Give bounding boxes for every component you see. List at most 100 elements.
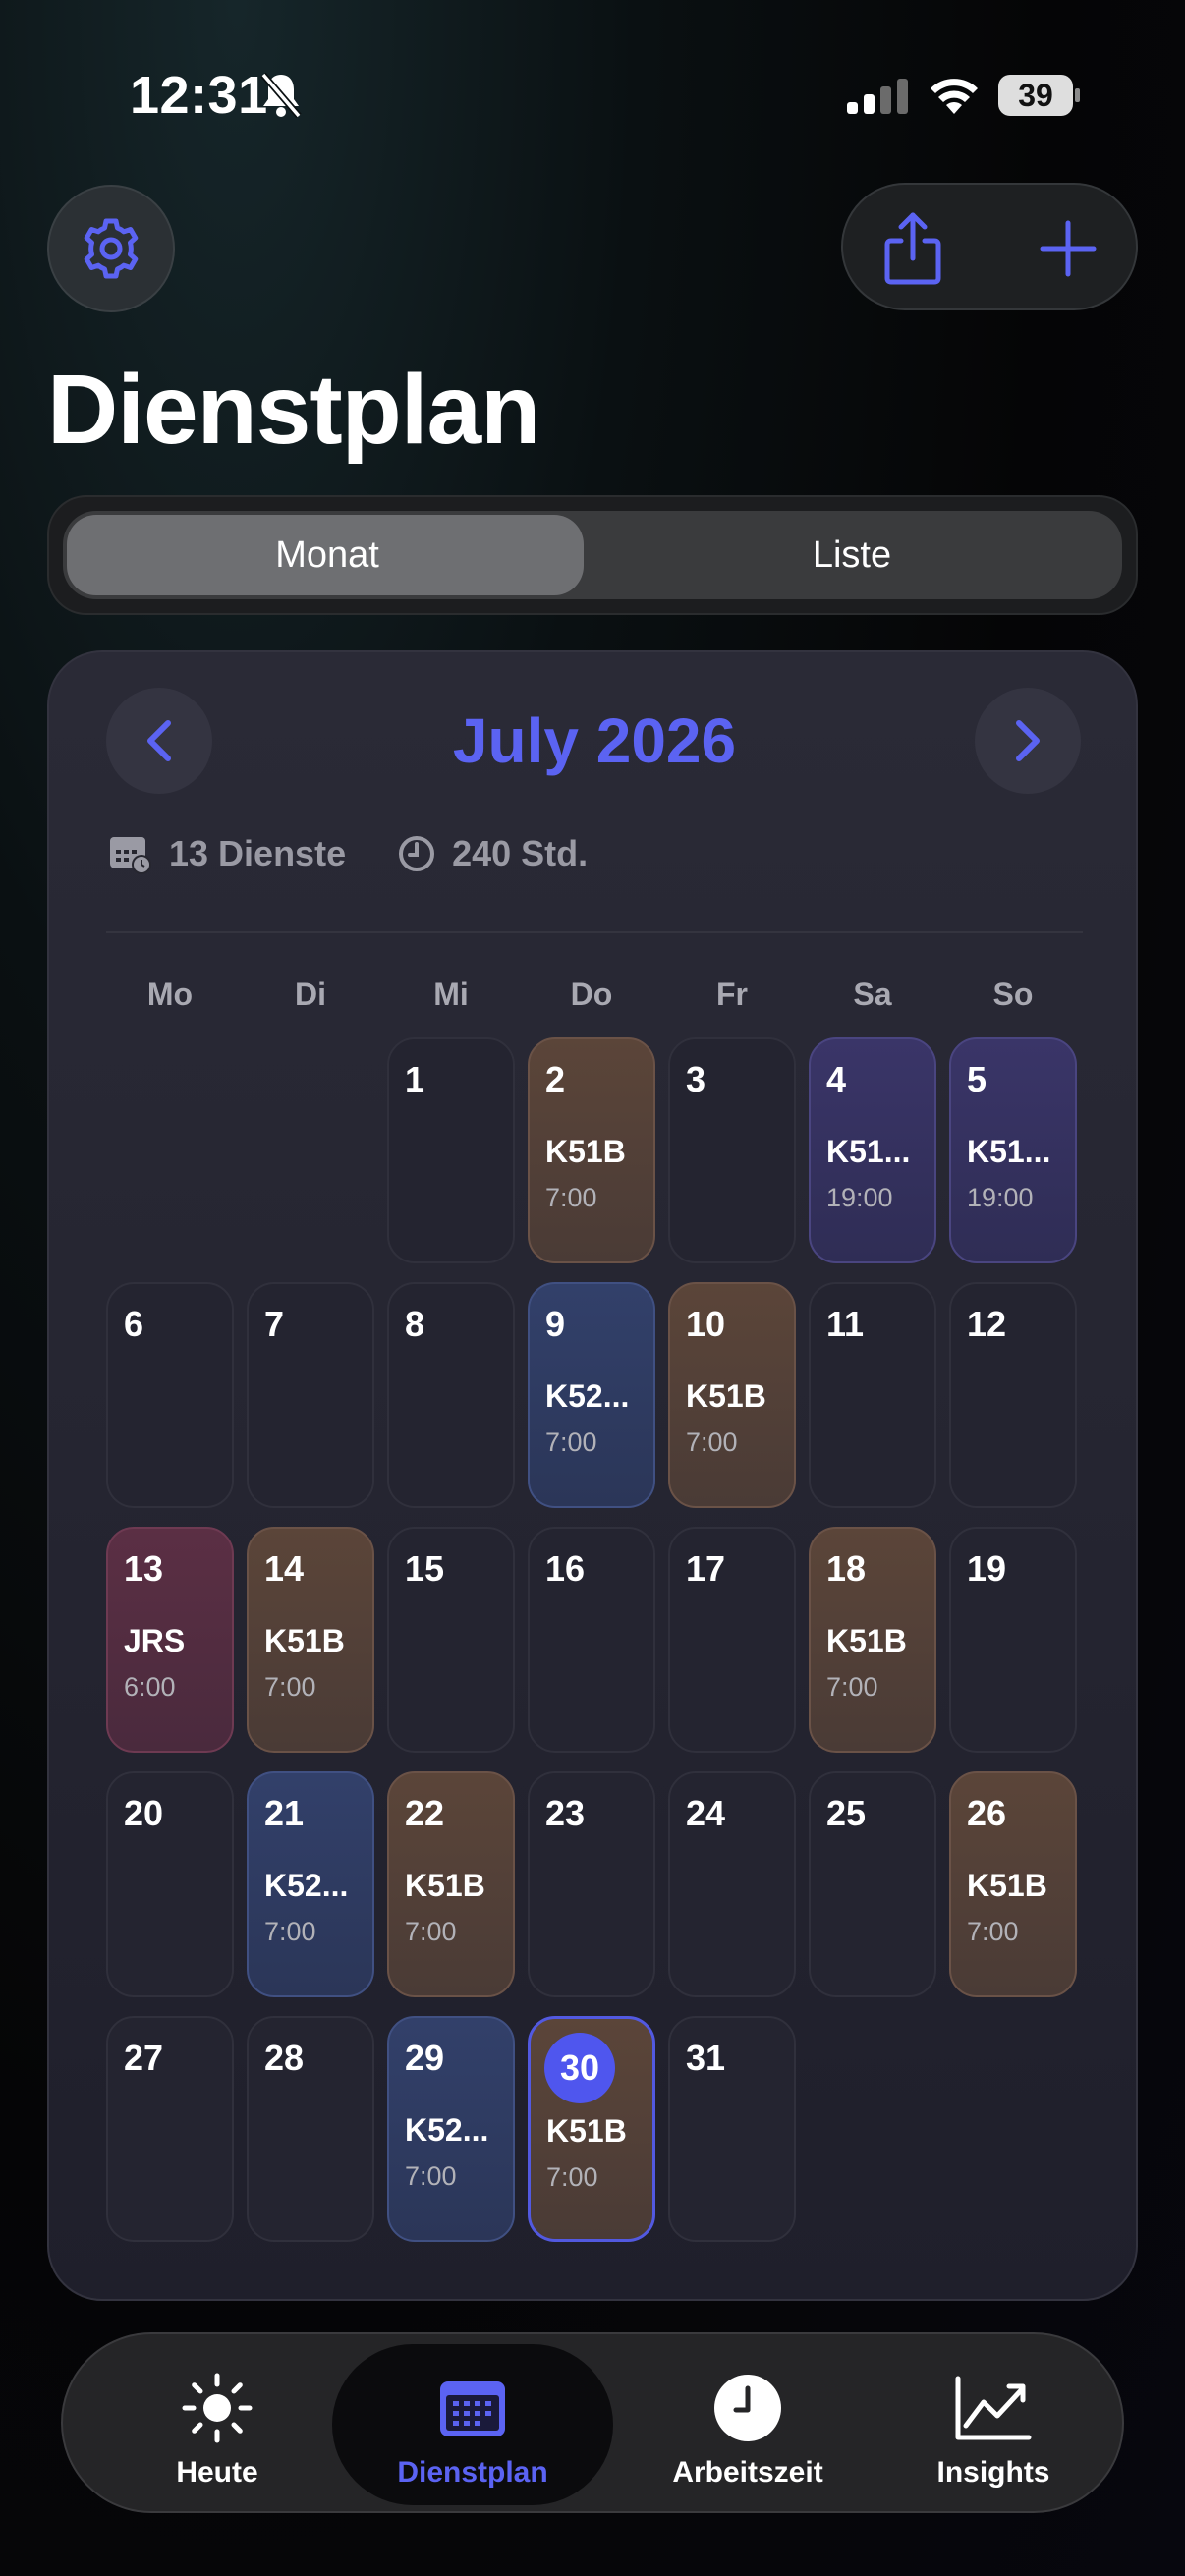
calendar-icon xyxy=(440,2381,505,2436)
weekday-label: Fr xyxy=(716,977,748,1012)
clock-icon xyxy=(714,2375,781,2441)
hours-total: 240 Std. xyxy=(452,833,589,873)
shift-time: 7:00 xyxy=(264,1672,316,1702)
calendar-day[interactable]: 7 xyxy=(247,1282,374,1508)
shift-code: K51... xyxy=(826,1134,911,1169)
shift-code: K51B xyxy=(545,1134,626,1169)
calendar-clock-icon xyxy=(110,837,151,874)
day-number: 8 xyxy=(405,1304,425,1344)
day-number: 11 xyxy=(826,1304,865,1344)
plus-icon xyxy=(1040,220,1097,277)
shift-time: 7:00 xyxy=(686,1428,738,1457)
shift-code: K51B xyxy=(264,1623,345,1658)
day-number: 5 xyxy=(967,1059,988,1099)
day-number: 13 xyxy=(124,1548,164,1589)
shift-code: K51B xyxy=(686,1378,766,1414)
battery-level: 39 xyxy=(1018,78,1053,113)
calendar-day[interactable]: 31 xyxy=(668,2016,796,2242)
calendar-day-today[interactable]: 30 K51B 7:00 xyxy=(528,2016,655,2242)
calendar-day[interactable]: 23 xyxy=(528,1771,655,1997)
gear-icon xyxy=(84,218,139,279)
day-number: 4 xyxy=(826,1059,847,1099)
tab-label: Insights xyxy=(936,2456,1050,2489)
tab-arbeitszeit[interactable]: Arbeitszeit xyxy=(615,2344,880,2505)
calendar-day[interactable]: 17 xyxy=(668,1527,796,1753)
calendar-day[interactable]: 3 xyxy=(668,1037,796,1263)
day-number: 3 xyxy=(686,1059,706,1099)
calendar-day[interactable]: 24 xyxy=(668,1771,796,1997)
calendar-day[interactable]: 22 K51B 7:00 xyxy=(387,1771,515,1997)
shift-count: 13 Dienste xyxy=(169,833,347,873)
calendar-day[interactable]: 13 JRS 6:00 xyxy=(106,1527,234,1753)
shift-code: JRS xyxy=(124,1623,186,1658)
calendar-day[interactable]: 27 xyxy=(106,2016,234,2242)
calendar-day[interactable]: 8 xyxy=(387,1282,515,1508)
cellular-signal-icon xyxy=(847,79,908,114)
shift-code: K52... xyxy=(264,1868,349,1903)
month-summary: 13 Dienste 240 Std. xyxy=(108,829,588,878)
day-number: 29 xyxy=(405,2038,445,2078)
share-button[interactable] xyxy=(867,202,959,295)
shift-time: 7:00 xyxy=(826,1672,878,1702)
calendar-day[interactable]: 2 K51B 7:00 xyxy=(528,1037,655,1263)
calendar-day[interactable]: 29 K52... 7:00 xyxy=(387,2016,515,2242)
day-number: 24 xyxy=(686,1793,726,1833)
shift-time: 19:00 xyxy=(967,1183,1034,1212)
chevron-left-icon xyxy=(147,720,171,761)
calendar-day[interactable]: 20 xyxy=(106,1771,234,1997)
calendar-day[interactable]: 18 K51B 7:00 xyxy=(809,1527,936,1753)
previous-month-button[interactable] xyxy=(106,688,212,794)
calendar-day[interactable]: 15 xyxy=(387,1527,515,1753)
tab-insights[interactable]: Insights xyxy=(861,2344,1126,2505)
calendar-day[interactable]: 14 K51B 7:00 xyxy=(247,1527,374,1753)
calendar-day[interactable]: 4 K51... 19:00 xyxy=(809,1037,936,1263)
calendar-day[interactable]: 5 K51... 19:00 xyxy=(949,1037,1077,1263)
day-number: 25 xyxy=(826,1793,867,1833)
shift-code: K51... xyxy=(967,1134,1051,1169)
calendar-day[interactable]: 1 xyxy=(387,1037,515,1263)
header-actions xyxy=(841,183,1138,310)
segment-list[interactable]: Liste xyxy=(592,511,1112,599)
shift-time: 7:00 xyxy=(545,1428,597,1457)
status-bar: 12:31 39 xyxy=(0,0,1185,187)
weekday-label: Mi xyxy=(433,977,469,1012)
settings-button[interactable] xyxy=(47,185,175,312)
shift-time: 7:00 xyxy=(405,2161,457,2191)
day-number: 7 xyxy=(264,1304,285,1344)
page-title: Dienstplan xyxy=(47,355,540,465)
shift-code: K51B xyxy=(405,1868,485,1903)
calendar-day[interactable]: 9 K52... 7:00 xyxy=(528,1282,655,1508)
tab-bar: Heute Dienstplan Arbeitszeit Insights xyxy=(61,2332,1124,2513)
status-time: 12:31 xyxy=(130,66,268,125)
day-number: 16 xyxy=(545,1548,586,1589)
weekday-label: Di xyxy=(295,977,326,1012)
calendar-day[interactable]: 12 xyxy=(949,1282,1077,1508)
calendar-day[interactable]: 6 xyxy=(106,1282,234,1508)
shift-code: K52... xyxy=(405,2112,489,2148)
calendar-day[interactable]: 19 xyxy=(949,1527,1077,1753)
today-indicator: 30 xyxy=(544,2033,615,2103)
tab-heute[interactable]: Heute xyxy=(85,2344,350,2505)
weekday-label: Do xyxy=(570,977,613,1012)
calendar-day[interactable]: 10 K51B 7:00 xyxy=(668,1282,796,1508)
calendar-day[interactable]: 28 xyxy=(247,2016,374,2242)
segment-month[interactable]: Monat xyxy=(67,511,588,599)
add-button[interactable] xyxy=(1022,202,1114,295)
shift-time: 19:00 xyxy=(826,1183,893,1212)
tab-dienstplan[interactable]: Dienstplan xyxy=(332,2344,613,2505)
view-mode-segmented-control: Monat Liste xyxy=(47,495,1138,615)
tab-label: Heute xyxy=(176,2456,258,2489)
next-month-button[interactable] xyxy=(975,688,1081,794)
calendar-day[interactable]: 25 xyxy=(809,1771,936,1997)
calendar-day[interactable]: 26 K51B 7:00 xyxy=(949,1771,1077,1997)
shift-code: K51B xyxy=(546,2113,627,2149)
day-number: 18 xyxy=(826,1548,867,1589)
shift-code: K52... xyxy=(545,1378,630,1414)
day-number: 14 xyxy=(264,1548,305,1589)
calendar-day[interactable]: 11 xyxy=(809,1282,936,1508)
day-number: 21 xyxy=(264,1793,305,1833)
calendar-day[interactable]: 16 xyxy=(528,1527,655,1753)
shift-time: 7:00 xyxy=(264,1917,316,1946)
calendar-day[interactable]: 21 K52... 7:00 xyxy=(247,1771,374,1997)
day-number: 23 xyxy=(545,1793,586,1833)
